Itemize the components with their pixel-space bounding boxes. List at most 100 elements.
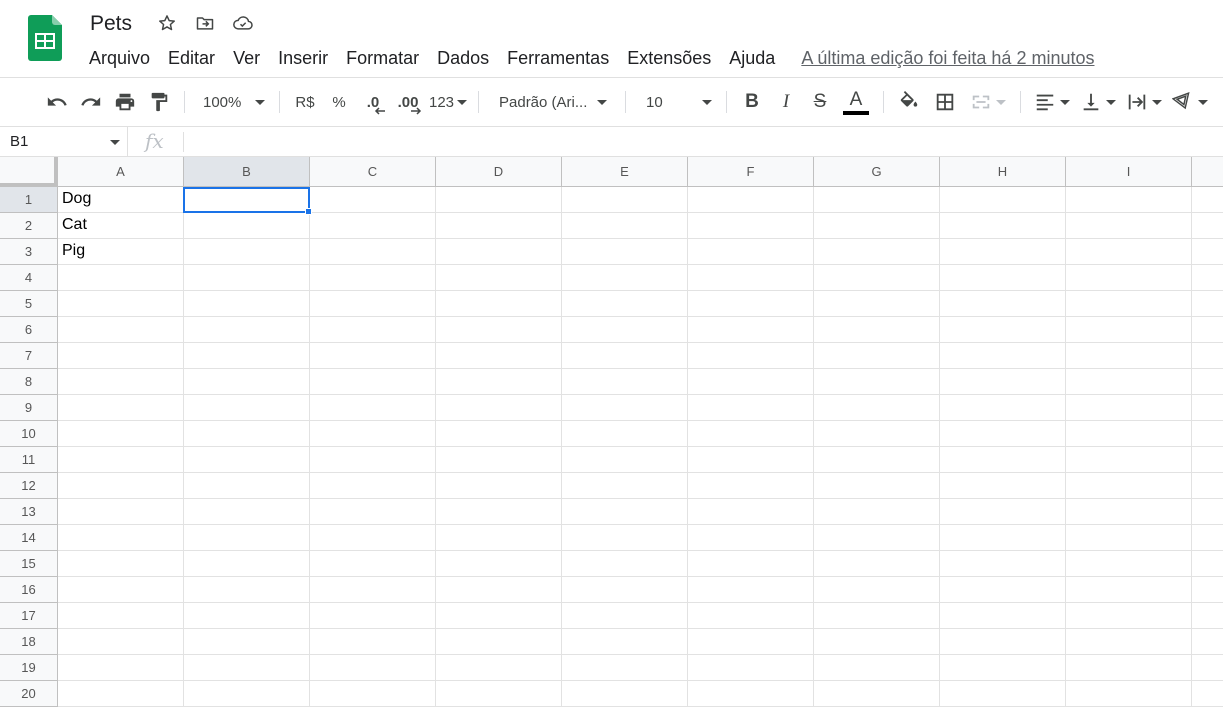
grid-cell[interactable] [562, 187, 688, 213]
grid-cell[interactable] [184, 525, 310, 551]
grid-cell[interactable] [562, 499, 688, 525]
document-title[interactable]: Pets [90, 12, 132, 36]
grid-cell[interactable] [1066, 239, 1192, 265]
grid-cell[interactable] [436, 213, 562, 239]
grid-cell[interactable] [310, 499, 436, 525]
last-edit-link[interactable]: A última edição foi feita há 2 minutos [793, 48, 1102, 69]
grid-cell[interactable] [58, 447, 184, 473]
grid-cell[interactable] [436, 421, 562, 447]
decrease-decimals-button[interactable]: .0 [356, 87, 390, 117]
column-header[interactable]: C [310, 157, 436, 187]
grid-cell[interactable] [940, 187, 1066, 213]
grid-cell[interactable] [310, 603, 436, 629]
grid-cell[interactable] [310, 265, 436, 291]
menu-inserir[interactable]: Inserir [269, 46, 337, 70]
grid-cell[interactable] [184, 603, 310, 629]
grid-cell[interactable] [1066, 343, 1192, 369]
grid-cell[interactable] [688, 525, 814, 551]
grid-cell[interactable] [1066, 395, 1192, 421]
grid-cell[interactable] [58, 265, 184, 291]
grid-cell[interactable] [310, 577, 436, 603]
grid-cell[interactable] [184, 369, 310, 395]
row-header[interactable]: 14 [0, 525, 58, 551]
menu-ver[interactable]: Ver [224, 46, 269, 70]
grid-cell[interactable] [1192, 577, 1223, 603]
grid-cell[interactable] [310, 317, 436, 343]
grid-cell[interactable] [436, 629, 562, 655]
grid-cell[interactable] [436, 655, 562, 681]
grid-cell[interactable] [1192, 551, 1223, 577]
grid-cell[interactable] [940, 213, 1066, 239]
grid-cell[interactable] [1066, 603, 1192, 629]
grid-cell[interactable] [1066, 499, 1192, 525]
row-header[interactable]: 10 [0, 421, 58, 447]
grid-cell[interactable] [1192, 317, 1223, 343]
formula-input[interactable] [190, 127, 1220, 156]
row-header[interactable]: 20 [0, 681, 58, 707]
grid-cell[interactable] [814, 343, 940, 369]
grid-cell[interactable] [1066, 317, 1192, 343]
grid-cell[interactable] [1192, 655, 1223, 681]
move-to-folder-icon[interactable] [194, 12, 216, 34]
grid-cell[interactable] [814, 317, 940, 343]
grid-cell[interactable] [688, 499, 814, 525]
grid-cell[interactable] [562, 265, 688, 291]
grid-cell[interactable] [940, 369, 1066, 395]
grid-cell[interactable] [436, 551, 562, 577]
grid-cell[interactable] [184, 239, 310, 265]
text-wrapping-button[interactable] [1121, 87, 1167, 117]
grid-cell[interactable] [688, 265, 814, 291]
grid-cell[interactable] [58, 291, 184, 317]
text-color-button[interactable]: A [837, 87, 875, 117]
grid-cell[interactable] [940, 473, 1066, 499]
grid-cell[interactable] [688, 213, 814, 239]
grid-cell[interactable] [58, 343, 184, 369]
row-header[interactable]: 5 [0, 291, 58, 317]
vertical-align-button[interactable] [1075, 87, 1121, 117]
horizontal-align-button[interactable] [1029, 87, 1075, 117]
column-header[interactable]: D [436, 157, 562, 187]
grid-cell[interactable] [562, 551, 688, 577]
grid-cell[interactable] [1192, 291, 1223, 317]
grid-cell[interactable] [940, 395, 1066, 421]
grid-cell[interactable] [310, 343, 436, 369]
grid-cell[interactable] [310, 421, 436, 447]
grid-cell[interactable] [562, 473, 688, 499]
grid-cell[interactable] [58, 551, 184, 577]
grid-cell[interactable] [1066, 265, 1192, 291]
menu-arquivo[interactable]: Arquivo [80, 46, 159, 70]
menu-dados[interactable]: Dados [428, 46, 498, 70]
menu-ferramentas[interactable]: Ferramentas [498, 46, 618, 70]
grid-cell[interactable] [688, 343, 814, 369]
cloud-saved-icon[interactable] [232, 12, 254, 34]
grid-cell[interactable]: Dog [58, 187, 184, 213]
row-header[interactable]: 9 [0, 395, 58, 421]
more-formats-button[interactable]: 123 [426, 87, 470, 117]
grid-cell[interactable] [1192, 473, 1223, 499]
grid-cell[interactable] [1192, 239, 1223, 265]
grid-cell[interactable] [688, 187, 814, 213]
grid-cell[interactable] [814, 213, 940, 239]
grid-cell[interactable] [1192, 421, 1223, 447]
grid-cell[interactable] [1066, 525, 1192, 551]
grid-cell[interactable] [940, 265, 1066, 291]
grid-cell[interactable] [58, 499, 184, 525]
currency-format-button[interactable]: R$ [288, 87, 322, 117]
grid-cell[interactable] [1066, 629, 1192, 655]
grid-cell[interactable] [310, 655, 436, 681]
grid-cell[interactable] [814, 265, 940, 291]
merge-cells-button[interactable] [964, 87, 1012, 117]
fill-color-icon[interactable] [892, 87, 926, 117]
grid-cell[interactable] [184, 343, 310, 369]
grid-cell[interactable] [436, 265, 562, 291]
grid-cell[interactable] [814, 187, 940, 213]
row-header[interactable]: 11 [0, 447, 58, 473]
row-header[interactable]: 12 [0, 473, 58, 499]
grid-cell[interactable] [184, 499, 310, 525]
grid-cell[interactable] [562, 447, 688, 473]
grid-cell[interactable] [436, 681, 562, 707]
grid-cell[interactable] [184, 681, 310, 707]
grid-cell[interactable] [814, 577, 940, 603]
column-header[interactable] [1192, 157, 1223, 187]
grid-cell[interactable] [1192, 629, 1223, 655]
